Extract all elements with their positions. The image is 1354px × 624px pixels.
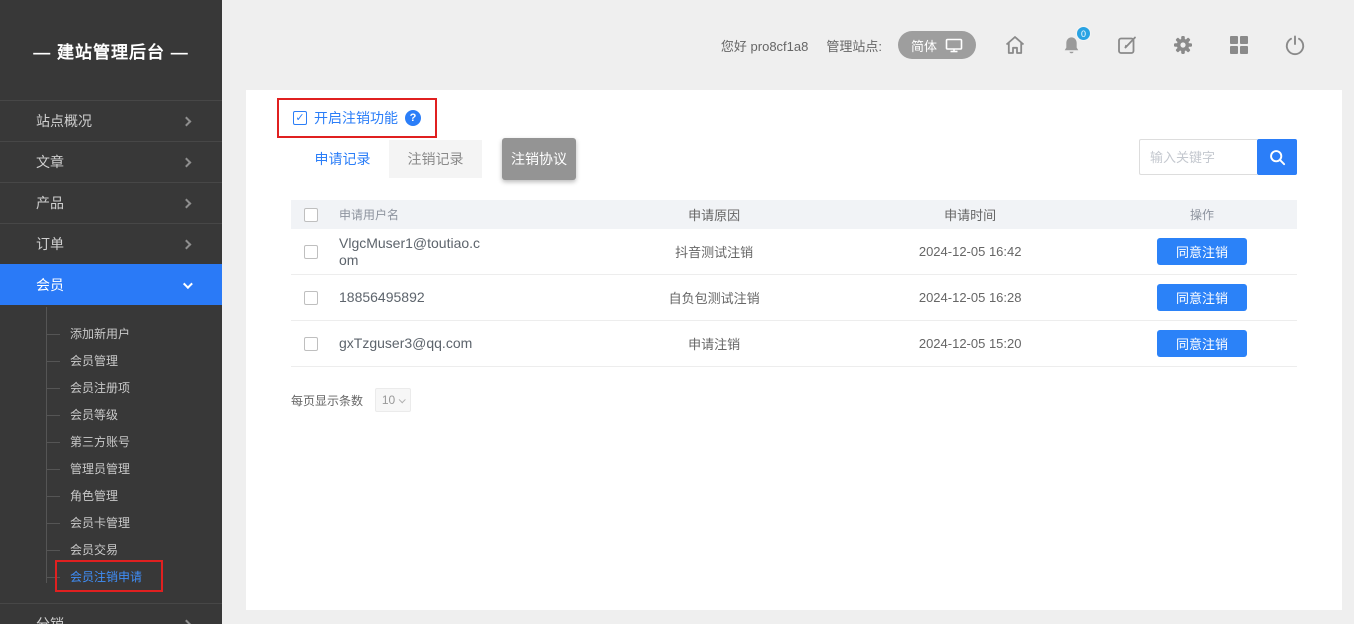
row-time: 2024-12-05 15:20 [833,336,1107,351]
sidebar-item-site-overview[interactable]: 站点概况 [0,100,222,141]
search-input[interactable] [1139,139,1257,175]
row-time: 2024-12-05 16:42 [833,244,1107,259]
tab-cancellation-agreement[interactable]: 注销协议 [502,138,576,180]
home-icon[interactable] [1002,32,1028,58]
sidebar-item-label: 文章 [36,152,64,172]
submenu-item-add-user[interactable]: 添加新用户 [0,321,222,348]
settings-gear-icon[interactable] [1170,32,1196,58]
notifications-bell-icon[interactable]: 0 [1058,32,1084,58]
submenu-item-admin-management[interactable]: 管理员管理 [0,456,222,483]
table-row: gxTzguser3@qq.com 申请注销 2024-12-05 15:20 … [291,321,1297,367]
row-reason: 抖音测试注销 [595,242,833,261]
sidebar-item-distribution[interactable]: 分销 [0,603,222,624]
row-username: gxTzguser3@qq.com [339,335,472,352]
sidebar-item-label: 产品 [36,193,64,213]
header-time: 申请时间 [833,205,1107,224]
table-row: 18856495892 自负包测试注销 2024-12-05 16:28 同意注… [291,275,1297,321]
row-username: VlgcMuser1@toutiao.com [339,235,487,269]
row-reason: 自负包测试注销 [595,288,833,307]
sidebar-item-orders[interactable]: 订单 [0,223,222,264]
chevron-right-icon [182,116,192,126]
page-size-label: 每页显示条数 [291,392,363,409]
logout-power-icon[interactable] [1282,32,1308,58]
approve-cancellation-button[interactable]: 同意注销 [1157,284,1247,311]
language-label: 简体 [911,36,937,55]
submenu-item-third-party-accounts[interactable]: 第三方账号 [0,429,222,456]
topbar-icon-row: 0 [1002,32,1308,58]
enable-cancellation-checkbox[interactable]: ✓ [293,111,307,125]
apps-grid-icon[interactable] [1226,32,1252,58]
edit-icon[interactable] [1114,32,1140,58]
sidebar: — 建站管理后台 — 站点概况 文章 产品 订单 会员 添加新用户 会员管理 会… [0,0,222,624]
pagination-bar: 每页显示条数 10 [291,388,411,412]
page-size-value: 10 [382,393,395,407]
cancellation-requests-table: 申请用户名 申请原因 申请时间 操作 VlgcMuser1@toutiao.co… [291,200,1297,367]
row-checkbox[interactable] [304,245,318,259]
enable-cancellation-label[interactable]: 开启注销功能 [314,108,398,128]
row-checkbox[interactable] [304,337,318,351]
approve-cancellation-button[interactable]: 同意注销 [1157,330,1247,357]
row-checkbox[interactable] [304,291,318,305]
chevron-down-icon [183,279,193,289]
app-title: — 建站管理后台 — [0,0,222,100]
submenu-item-member-cards[interactable]: 会员卡管理 [0,510,222,537]
language-preview-button[interactable]: 简体 [898,31,976,59]
submenu-item-role-management[interactable]: 角色管理 [0,483,222,510]
chevron-right-icon [182,157,192,167]
chevron-right-icon [182,198,192,208]
annotation-red-box-toggle: ✓ 开启注销功能 ? [277,98,437,138]
tab-application-records[interactable]: 申请记录 [296,140,389,178]
submenu-item-member-transactions[interactable]: 会员交易 [0,537,222,564]
search-bar [1139,139,1297,175]
submenu-item-member-levels[interactable]: 会员等级 [0,402,222,429]
greeting-text: 您好 pro8cf1a8 [721,36,808,55]
page-size-select[interactable]: 10 [375,388,411,412]
tabs-row: 申请记录 注销记录 注销协议 [296,137,1297,180]
sidebar-item-products[interactable]: 产品 [0,182,222,223]
members-submenu: 添加新用户 会员管理 会员注册项 会员等级 第三方账号 管理员管理 角色管理 会… [0,305,222,603]
notification-badge: 0 [1076,26,1091,41]
monitor-icon [945,38,963,53]
header-reason: 申请原因 [595,205,833,224]
submenu-item-registration-fields[interactable]: 会员注册项 [0,375,222,402]
topbar: 您好 pro8cf1a8 管理站点: 简体 0 [222,0,1354,90]
chevron-down-icon [399,396,406,403]
help-question-icon[interactable]: ? [405,110,421,126]
table-row: VlgcMuser1@toutiao.com 抖音测试注销 2024-12-05… [291,229,1297,275]
sidebar-item-label: 订单 [36,234,64,254]
sidebar-item-members[interactable]: 会员 [0,264,222,305]
sidebar-item-label: 会员 [36,275,64,295]
managed-site-label: 管理站点: [826,36,882,55]
row-time: 2024-12-05 16:28 [833,290,1107,305]
table-header-row: 申请用户名 申请原因 申请时间 操作 [291,200,1297,229]
approve-cancellation-button[interactable]: 同意注销 [1157,238,1247,265]
select-all-checkbox[interactable] [304,208,318,222]
header-action: 操作 [1107,206,1297,223]
sidebar-item-articles[interactable]: 文章 [0,141,222,182]
chevron-right-icon [182,239,192,249]
search-button[interactable] [1257,139,1297,175]
tab-cancellation-records[interactable]: 注销记录 [389,140,482,178]
sidebar-item-label: 站点概况 [36,111,92,131]
main-content-card: ✓ 开启注销功能 ? 申请记录 注销记录 注销协议 申请用户名 申请原因 申 [246,90,1342,610]
search-icon [1268,148,1287,167]
header-username: 申请用户名 [339,206,595,223]
row-username: 18856495892 [339,289,425,306]
chevron-right-icon [182,619,192,624]
submenu-item-member-management[interactable]: 会员管理 [0,348,222,375]
sidebar-item-label: 分销 [36,614,64,624]
row-reason: 申请注销 [595,334,833,353]
submenu-item-member-cancellation[interactable]: 会员注销申请 [0,564,222,591]
